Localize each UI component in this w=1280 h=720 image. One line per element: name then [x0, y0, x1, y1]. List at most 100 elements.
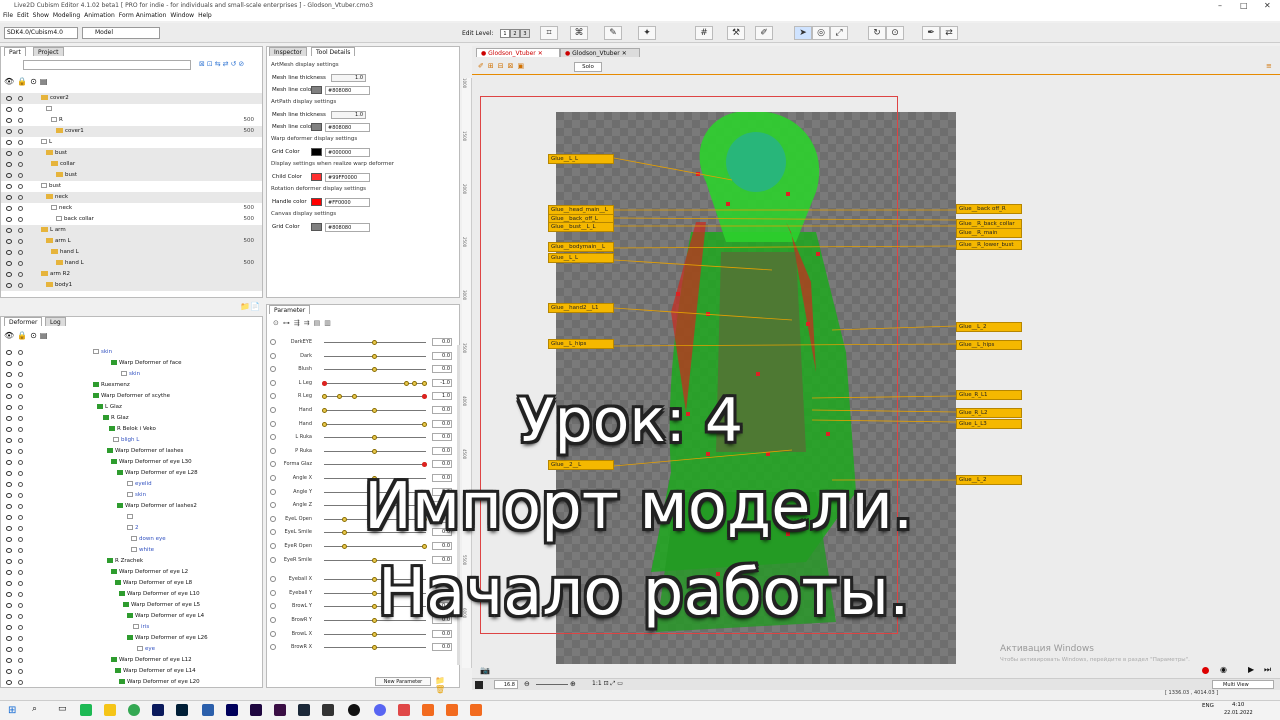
rotate-icon[interactable]: ↻ — [868, 26, 886, 40]
parameter-slider[interactable] — [324, 448, 426, 454]
glue-label[interactable]: Glue__R_main — [956, 228, 1022, 238]
language-indicator[interactable]: ENG — [1202, 703, 1214, 709]
tab-tool-details[interactable]: Tool Details — [311, 47, 356, 56]
parameter-row[interactable]: Hand 0.0 — [268, 418, 460, 431]
glue-label[interactable]: Glue_R_L1 — [956, 390, 1022, 400]
zoom-in-icon[interactable]: ⊕ — [570, 680, 576, 688]
eye-icon[interactable] — [6, 184, 12, 189]
parameter-key[interactable] — [372, 367, 377, 373]
tab-deformer[interactable]: Deformer — [4, 317, 43, 326]
parameter-tool-icons[interactable]: ⊙⊶⇶⇉▤▥ — [273, 319, 373, 329]
parameter-key[interactable] — [322, 394, 327, 400]
color-swatch[interactable] — [311, 86, 322, 94]
panel-folder-icons[interactable]: 📁📄 — [240, 302, 260, 312]
eye-icon[interactable] — [6, 107, 12, 112]
deformer-row[interactable]: Warp Deformer of eye L2 — [1, 567, 262, 578]
lock-icon[interactable] — [18, 405, 23, 410]
glue-label[interactable]: Glue__L_2 — [956, 475, 1022, 485]
part-row[interactable]: cover2 — [1, 93, 262, 104]
parameter-key[interactable] — [342, 544, 347, 549]
eye-icon[interactable] — [6, 206, 12, 211]
parameter-slider[interactable] — [324, 367, 426, 373]
parameter-key[interactable] — [322, 408, 327, 413]
color-swatch[interactable] — [311, 123, 322, 131]
parameter-value[interactable]: 0.0 — [432, 365, 452, 374]
glue-label[interactable]: Glue_L_L3 — [956, 419, 1022, 429]
lock-icon[interactable] — [18, 449, 23, 454]
minimize-button[interactable]: – — [1218, 0, 1222, 11]
eye-icon[interactable] — [6, 217, 12, 222]
eye-icon[interactable] — [6, 515, 12, 520]
part-row[interactable]: cover1 500 — [1, 126, 262, 137]
lock-icon[interactable] — [18, 504, 23, 509]
eye-icon[interactable] — [6, 680, 12, 685]
menu-item[interactable]: Show — [33, 12, 49, 19]
eye-icon[interactable] — [6, 173, 12, 178]
part-row[interactable]: hand L — [1, 247, 262, 258]
lock-icon[interactable] — [18, 581, 23, 586]
parameter-value[interactable]: 0.0 — [432, 419, 452, 428]
deformer-row[interactable]: Warp Deformer of eye L5 — [1, 600, 262, 611]
eye-icon[interactable] — [6, 118, 12, 123]
parameter-key[interactable] — [372, 590, 377, 596]
eye-icon[interactable] — [6, 493, 12, 498]
deformer-row[interactable]: Warp Deformer of eye L12 — [1, 655, 262, 666]
deformer-row[interactable]: Warp Deformer of lashes2 — [1, 501, 262, 512]
parameter-slider[interactable] — [322, 394, 427, 400]
parameter-row[interactable]: Dark 0.0 — [268, 350, 460, 363]
eye-icon[interactable] — [6, 96, 12, 101]
eye-icon[interactable] — [6, 669, 12, 674]
eye-icon[interactable] — [6, 239, 12, 244]
discord-icon[interactable] — [374, 704, 386, 716]
deformer-row[interactable]: bligh L — [1, 435, 262, 446]
parameter-key[interactable] — [404, 380, 409, 386]
app3-icon[interactable] — [398, 704, 410, 716]
lock-icon[interactable] — [18, 118, 23, 123]
deformer-row[interactable]: Warp Deformer of scythe — [1, 391, 262, 402]
menu-item[interactable]: File — [3, 12, 13, 19]
parameter-row[interactable]: L Ruka 0.0 — [268, 431, 460, 444]
deformer-row[interactable]: R Zrachek — [1, 556, 262, 567]
parameter-key[interactable] — [337, 394, 342, 400]
glue-label[interactable]: Glue__bust__L_L — [548, 222, 614, 232]
parameter-slider[interactable] — [324, 340, 426, 345]
menu-item[interactable]: Edit — [17, 12, 29, 19]
parameter-folder-icons[interactable]: 📁🗑 — [435, 676, 455, 694]
parameter-value[interactable]: 0.0 — [432, 629, 452, 638]
part-row[interactable]: neck — [1, 192, 262, 203]
link-icon[interactable]: ⇄ — [940, 26, 958, 40]
deformer-row[interactable]: Warp Deformer of lashes — [1, 446, 262, 457]
glue-label[interactable]: Glue__bodymain__L — [548, 242, 614, 252]
lock-icon[interactable] — [18, 493, 23, 498]
eye-icon[interactable] — [6, 129, 12, 134]
eye-icon[interactable] — [6, 570, 12, 575]
part-row[interactable]: neck 500 — [1, 203, 262, 214]
lock-icon[interactable] — [18, 526, 23, 531]
deformer-row[interactable]: skin — [1, 490, 262, 501]
windows-start-icon[interactable]: ⊞ — [8, 705, 16, 716]
spotify-icon[interactable] — [80, 704, 92, 716]
lock-icon[interactable] — [18, 482, 23, 487]
eye-icon[interactable] — [6, 548, 12, 553]
parameter-value[interactable]: 1.0 — [432, 392, 452, 401]
eye-icon[interactable] — [6, 350, 12, 355]
deformer-row[interactable]: skin — [1, 347, 262, 358]
view-mode-select[interactable]: Multi View — [1212, 680, 1274, 689]
glue-label[interactable]: Glue__L_2 — [956, 322, 1022, 332]
new-parameter-button[interactable]: New Parameter — [375, 677, 431, 686]
eye-icon[interactable] — [6, 460, 12, 465]
eye-icon[interactable] — [6, 438, 12, 443]
parameter-value[interactable]: 0.0 — [432, 460, 452, 469]
lock-icon[interactable] — [18, 614, 23, 619]
parameter-key[interactable] — [372, 353, 377, 359]
color-hex-input[interactable]: #000000 — [325, 148, 370, 157]
zoom-slider[interactable] — [536, 684, 568, 685]
live2d-icon-2[interactable] — [446, 704, 458, 716]
parameter-key[interactable] — [422, 380, 427, 386]
edit-level-3[interactable]: 3 — [520, 29, 530, 38]
actual-size-icon[interactable]: 1:1 ⊡ ⤢ ▭ — [592, 680, 623, 688]
eye-icon[interactable] — [6, 372, 12, 377]
lock-icon[interactable] — [18, 658, 23, 663]
deformer-row[interactable]: R Glaz — [1, 413, 262, 424]
lock-icon[interactable] — [18, 383, 23, 388]
